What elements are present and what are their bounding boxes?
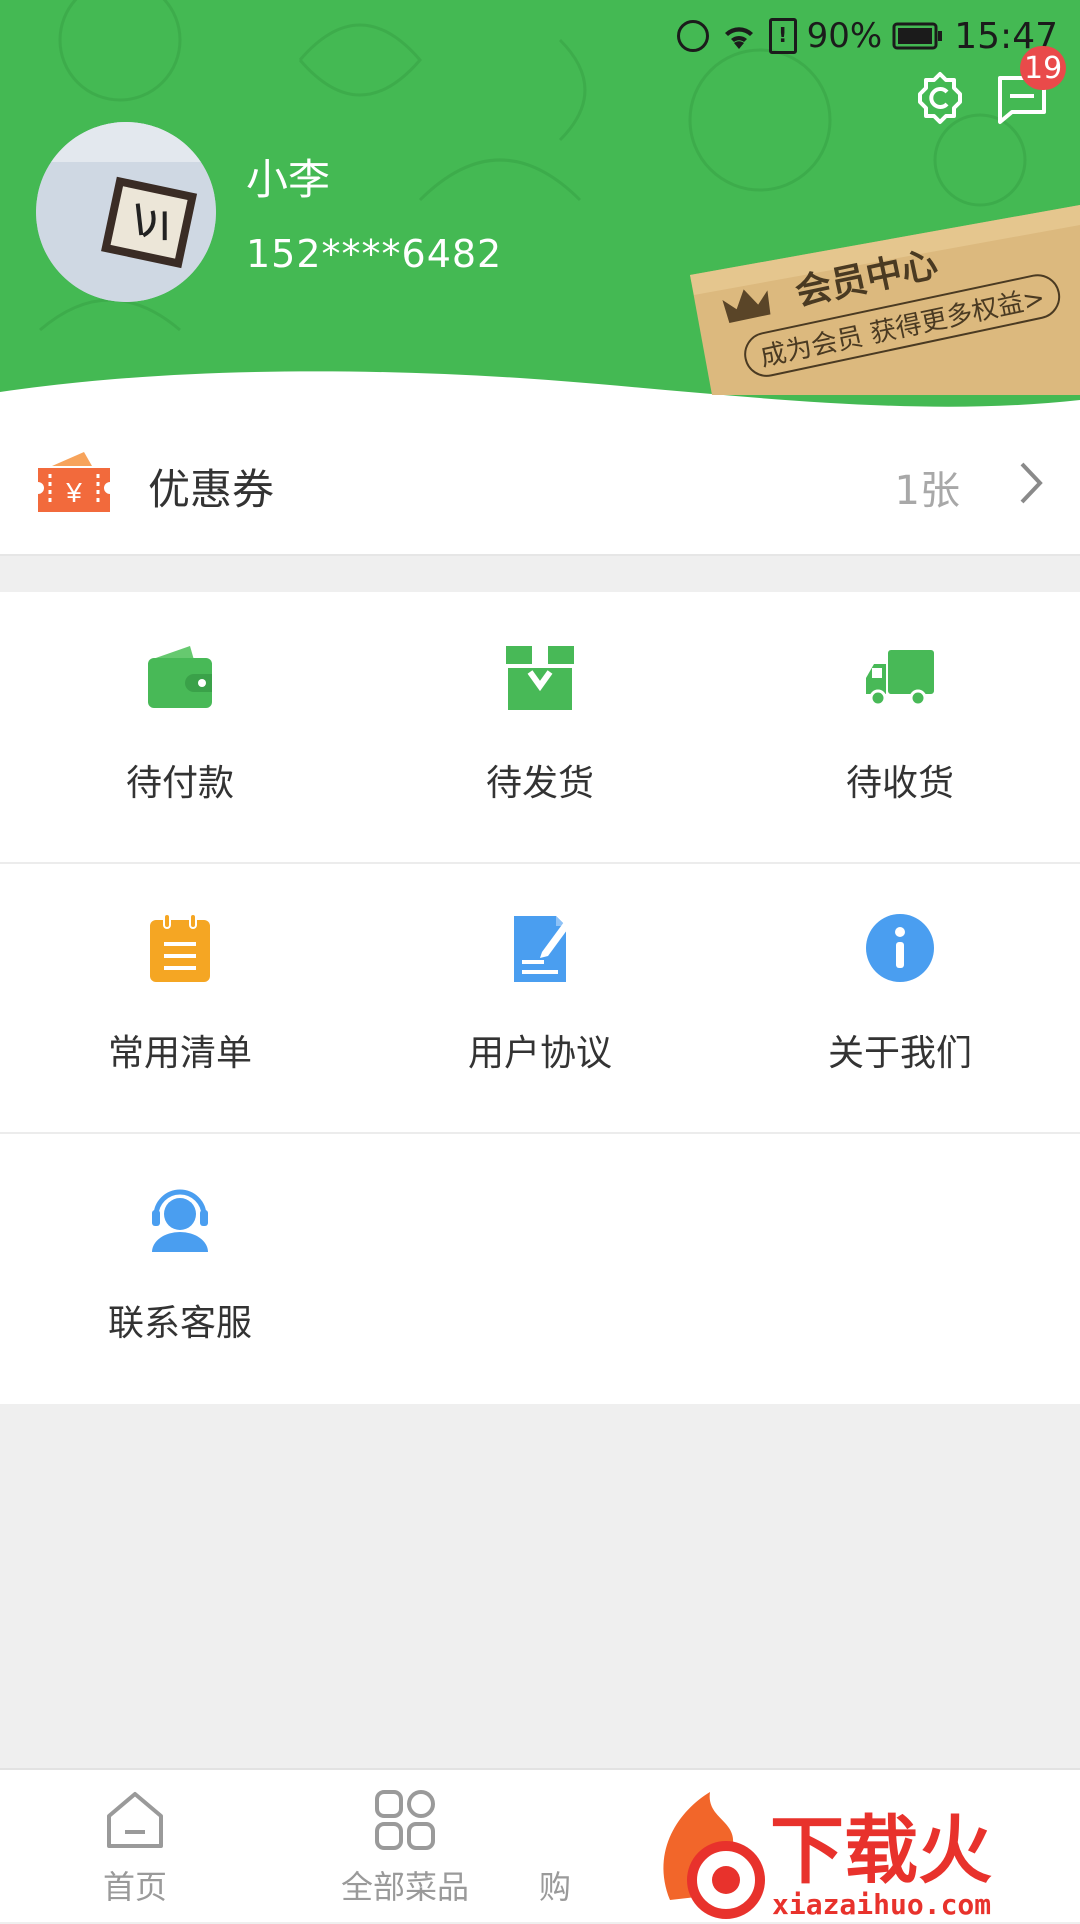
grid-item-label: 关于我们	[827, 1033, 972, 1074]
grid-item-label: 常用清单	[107, 1033, 252, 1074]
grid-item-user-agreement[interactable]: 用户协议	[360, 862, 720, 1132]
profile-header: ! 90% 15:47 19 小李 152****6482 会员中心 成为会员 …	[0, 0, 1080, 410]
function-grid: 待付款 待发货 待收货 常用清单 用户协议 关于我们 联系客服	[0, 592, 1080, 1404]
watermark-logo: 下载火 xiazaihuo.com	[663, 1792, 992, 1921]
battery-icon	[892, 22, 943, 50]
checklist-icon	[150, 913, 210, 982]
coupon-icon: ¥	[38, 452, 110, 512]
package-icon	[506, 646, 574, 710]
grid-item-shopping-list[interactable]: 常用清单	[0, 862, 360, 1132]
grid-row: 联系客服	[0, 1132, 1080, 1402]
watermark-url: xiazaihuo.com	[772, 1888, 991, 1920]
wifi-icon	[724, 27, 753, 49]
watermark-brand: 下载火	[770, 1808, 992, 1894]
settings-icon[interactable]	[910, 68, 970, 128]
grid-row: 常用清单 用户协议 关于我们	[0, 862, 1080, 1134]
document-icon	[514, 916, 570, 982]
grid-item-pending-receipt[interactable]: 待收货	[720, 592, 1080, 862]
grid-item-label: 用户协议	[467, 1033, 612, 1074]
nav-item-home[interactable]: 首页	[0, 1770, 270, 1922]
grid-item-label: 待发货	[485, 763, 594, 804]
coupon-row[interactable]: ¥ 优惠券 1张	[0, 410, 1080, 556]
member-center-card[interactable]: 会员中心 成为会员 获得更多权益>	[690, 205, 1080, 395]
grid-item-about-us[interactable]: 关于我们	[720, 862, 1080, 1132]
status-bar: ! 90% 15:47	[676, 14, 1058, 58]
coupon-label: 优惠券	[148, 465, 275, 514]
coupon-yen-symbol: ¥	[65, 477, 82, 508]
message-badge: 19	[1020, 46, 1067, 90]
home-icon	[107, 1792, 163, 1848]
user-name: 小李	[246, 155, 331, 204]
info-icon	[866, 914, 934, 982]
user-phone: 152****6482	[246, 232, 503, 276]
watermark: 下载火 xiazaihuo.com	[640, 1780, 1080, 1921]
grid-item-label: 待收货	[845, 763, 954, 804]
avatar[interactable]	[36, 122, 216, 302]
grid-item-customer-service[interactable]: 联系客服	[0, 1132, 360, 1402]
grid-icon	[375, 1790, 435, 1850]
chevron-right-icon	[1020, 462, 1043, 504]
grid-item-label: 待付款	[125, 763, 234, 804]
avatar-image	[36, 122, 216, 302]
grid-item-label: 联系客服	[107, 1303, 252, 1344]
grid-row: 待付款 待发货 待收货	[0, 592, 1080, 864]
truck-icon	[866, 650, 934, 707]
wallet-icon	[148, 646, 212, 708]
coupon-count: 1张	[894, 468, 960, 514]
nav-label: 首页	[102, 1868, 167, 1906]
grid-item-pending-shipment[interactable]: 待发货	[360, 592, 720, 862]
customer-service-icon	[152, 1189, 208, 1252]
grid-item-pending-payment[interactable]: 待付款	[0, 592, 360, 862]
sim-icon	[676, 20, 709, 52]
alert-icon: !	[768, 18, 797, 54]
battery-percent: 90%	[806, 16, 883, 56]
